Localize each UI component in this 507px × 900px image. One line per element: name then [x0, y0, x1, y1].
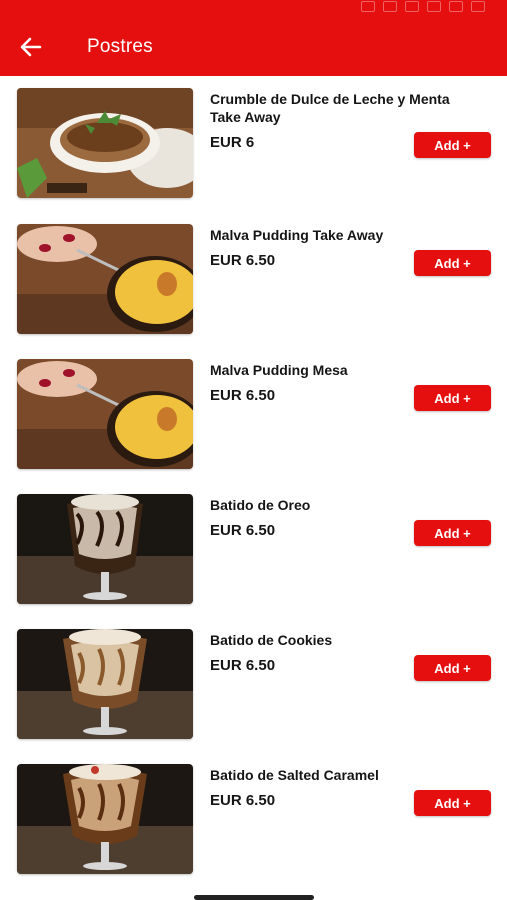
home-indicator[interactable]: [194, 895, 314, 900]
item-price: EUR 6.50: [210, 252, 276, 269]
item-price: EUR 6.50: [210, 522, 276, 539]
list-item[interactable]: Malva Pudding Take Away EUR 6.50 Add +: [0, 224, 507, 334]
list-item[interactable]: Malva Pudding Mesa EUR 6.50 Add +: [0, 359, 507, 469]
status-bar: [0, 0, 507, 16]
battery-icon: [471, 1, 485, 12]
notification-icon: [427, 1, 441, 12]
signal-icon: [449, 1, 463, 12]
list-item[interactable]: Batido de Salted Caramel EUR 6.50 Add +: [0, 764, 507, 874]
item-name: Malva Pudding Take Away: [210, 227, 384, 243]
data-icon: [405, 1, 419, 12]
add-button[interactable]: Add +: [414, 790, 491, 816]
mute-icon: [383, 1, 397, 12]
add-button[interactable]: Add +: [414, 655, 491, 681]
salted-caramel-milkshake-image: [17, 764, 193, 874]
arrow-left-icon: [20, 37, 42, 57]
page-title: Postres: [87, 36, 153, 57]
cookies-milkshake-image: [17, 629, 193, 739]
add-button[interactable]: Add +: [414, 250, 491, 276]
add-button[interactable]: Add +: [414, 385, 491, 411]
add-button[interactable]: Add +: [414, 132, 491, 158]
item-price: EUR 6.50: [210, 792, 276, 809]
item-name: Batido de Cookies: [210, 632, 333, 648]
oreo-milkshake-image: [17, 494, 193, 604]
item-price: EUR 6: [210, 134, 255, 151]
list-item[interactable]: Batido de Oreo EUR 6.50 Add +: [0, 494, 507, 604]
malva-pudding-image: [17, 359, 193, 469]
item-name: Crumble de Dulce de Leche y Menta Take A…: [210, 91, 450, 125]
item-price: EUR 6.50: [210, 657, 276, 674]
item-name: Batido de Oreo: [210, 497, 311, 513]
crumble-dessert-image: [17, 88, 193, 198]
item-name: Malva Pudding Mesa: [210, 362, 348, 378]
malva-pudding-image: [17, 224, 193, 334]
list-item[interactable]: Batido de Cookies EUR 6.50 Add +: [0, 629, 507, 739]
add-button[interactable]: Add +: [414, 520, 491, 546]
item-price: EUR 6.50: [210, 387, 276, 404]
app-bar: Postres: [0, 16, 507, 76]
status-icons: [361, 1, 485, 12]
wifi-icon: [361, 1, 375, 12]
list-item[interactable]: Crumble de Dulce de Leche y Menta Take A…: [0, 88, 507, 198]
item-name: Batido de Salted Caramel: [210, 767, 379, 783]
back-button[interactable]: [16, 32, 46, 62]
